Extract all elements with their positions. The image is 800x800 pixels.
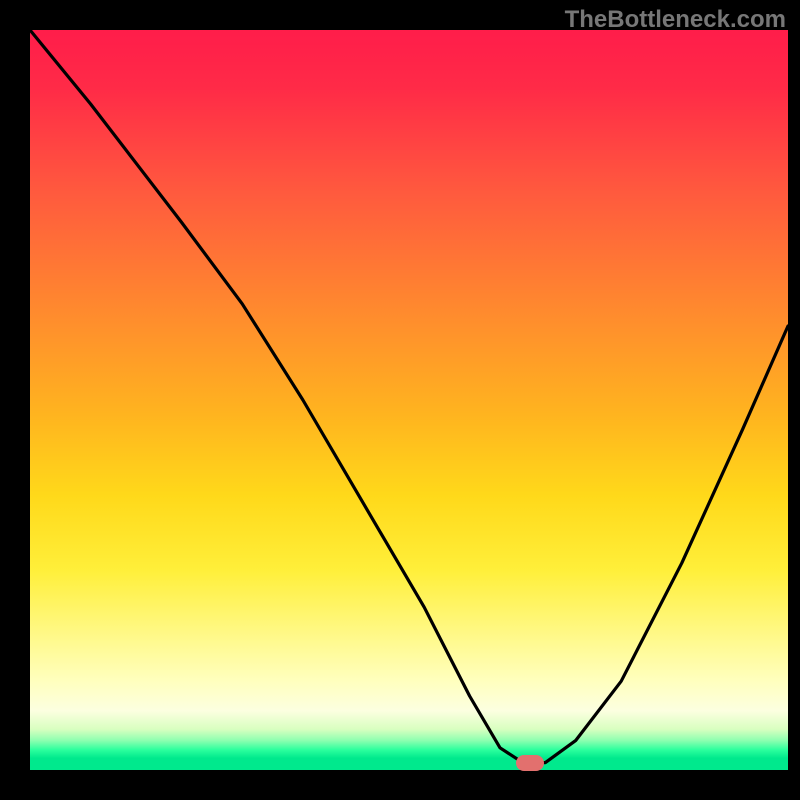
bottleneck-curve-path <box>30 30 788 763</box>
plot-area <box>30 30 788 770</box>
bottleneck-chart: TheBottleneck.com <box>0 0 800 800</box>
curve-svg <box>30 30 788 770</box>
